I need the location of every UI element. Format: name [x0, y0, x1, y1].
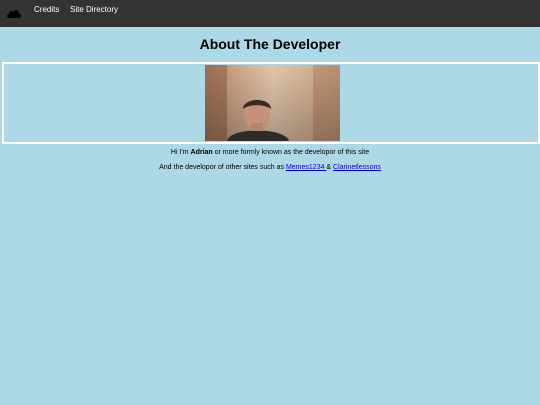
bio-intro-prefix: Hi I'm — [170, 149, 191, 156]
nav-link-credits[interactable]: Credits — [34, 5, 59, 15]
bio-other-sites-prefix: And the developor of other sites such as — [159, 164, 286, 171]
bio-intro-suffix: or more formly known as the developor of… — [212, 149, 370, 156]
developer-name: Adrian — [190, 149, 213, 156]
bio-other-sites: And the developor of other sites such as… — [0, 163, 540, 172]
link-clarinetlessons[interactable]: Clarinetlessons — [333, 164, 381, 171]
link-memes1234[interactable]: Memes1234 — [286, 164, 326, 171]
photo-frame — [2, 62, 540, 144]
page-title: About The Developer — [199, 36, 341, 52]
nav-link-site-directory[interactable]: Site Directory — [70, 5, 118, 15]
top-navbar: Credits Site Directory — [0, 0, 540, 27]
bio-intro: Hi I'm Adrian or more formly known as th… — [0, 148, 540, 157]
developer-photo — [205, 65, 340, 141]
cloud-icon[interactable] — [6, 6, 22, 20]
